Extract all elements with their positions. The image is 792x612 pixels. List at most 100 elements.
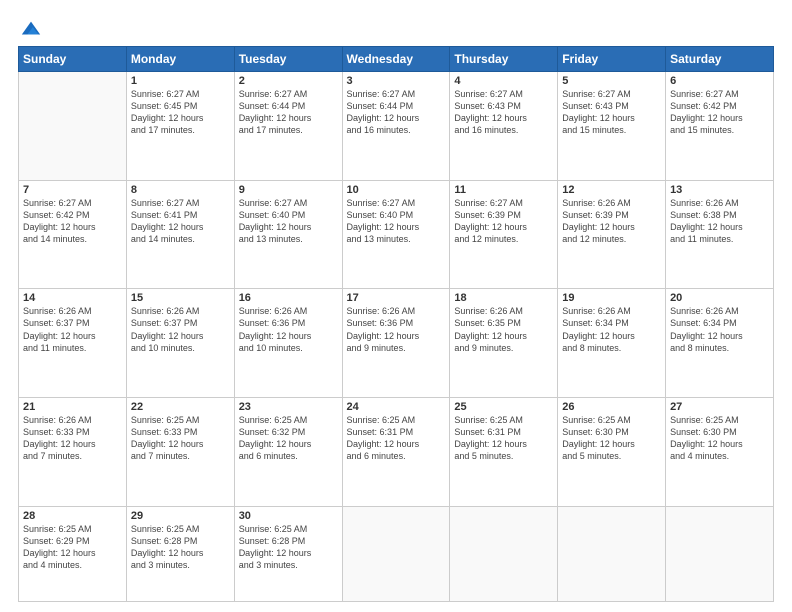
calendar-cell: 6Sunrise: 6:27 AM Sunset: 6:42 PM Daylig… — [666, 72, 774, 181]
calendar-cell: 26Sunrise: 6:25 AM Sunset: 6:30 PM Dayli… — [558, 397, 666, 506]
day-number: 3 — [347, 75, 446, 87]
calendar-header-saturday: Saturday — [666, 47, 774, 72]
day-number: 25 — [454, 401, 553, 413]
day-info: Sunrise: 6:27 AM Sunset: 6:40 PM Dayligh… — [347, 197, 446, 246]
day-number: 17 — [347, 292, 446, 304]
calendar-week-2: 7Sunrise: 6:27 AM Sunset: 6:42 PM Daylig… — [19, 180, 774, 289]
calendar-week-1: 1Sunrise: 6:27 AM Sunset: 6:45 PM Daylig… — [19, 72, 774, 181]
calendar-week-3: 14Sunrise: 6:26 AM Sunset: 6:37 PM Dayli… — [19, 289, 774, 398]
day-info: Sunrise: 6:25 AM Sunset: 6:33 PM Dayligh… — [131, 414, 230, 463]
day-number: 2 — [239, 75, 338, 87]
day-number: 10 — [347, 184, 446, 196]
day-info: Sunrise: 6:26 AM Sunset: 6:36 PM Dayligh… — [347, 305, 446, 354]
day-info: Sunrise: 6:25 AM Sunset: 6:29 PM Dayligh… — [23, 523, 122, 572]
day-info: Sunrise: 6:27 AM Sunset: 6:41 PM Dayligh… — [131, 197, 230, 246]
day-number: 18 — [454, 292, 553, 304]
calendar-header-wednesday: Wednesday — [342, 47, 450, 72]
day-number: 30 — [239, 510, 338, 522]
day-number: 6 — [670, 75, 769, 87]
day-info: Sunrise: 6:25 AM Sunset: 6:30 PM Dayligh… — [670, 414, 769, 463]
calendar-cell: 5Sunrise: 6:27 AM Sunset: 6:43 PM Daylig… — [558, 72, 666, 181]
calendar-cell: 2Sunrise: 6:27 AM Sunset: 6:44 PM Daylig… — [234, 72, 342, 181]
calendar-cell: 17Sunrise: 6:26 AM Sunset: 6:36 PM Dayli… — [342, 289, 450, 398]
calendar-cell: 15Sunrise: 6:26 AM Sunset: 6:37 PM Dayli… — [126, 289, 234, 398]
day-number: 11 — [454, 184, 553, 196]
day-info: Sunrise: 6:26 AM Sunset: 6:38 PM Dayligh… — [670, 197, 769, 246]
day-number: 29 — [131, 510, 230, 522]
calendar-cell: 27Sunrise: 6:25 AM Sunset: 6:30 PM Dayli… — [666, 397, 774, 506]
day-number: 26 — [562, 401, 661, 413]
calendar-cell: 22Sunrise: 6:25 AM Sunset: 6:33 PM Dayli… — [126, 397, 234, 506]
day-number: 9 — [239, 184, 338, 196]
calendar-week-5: 28Sunrise: 6:25 AM Sunset: 6:29 PM Dayli… — [19, 506, 774, 601]
day-number: 19 — [562, 292, 661, 304]
day-info: Sunrise: 6:26 AM Sunset: 6:34 PM Dayligh… — [562, 305, 661, 354]
day-number: 22 — [131, 401, 230, 413]
day-number: 20 — [670, 292, 769, 304]
day-number: 23 — [239, 401, 338, 413]
page: SundayMondayTuesdayWednesdayThursdayFrid… — [0, 0, 792, 612]
calendar-cell: 29Sunrise: 6:25 AM Sunset: 6:28 PM Dayli… — [126, 506, 234, 601]
calendar-cell: 25Sunrise: 6:25 AM Sunset: 6:31 PM Dayli… — [450, 397, 558, 506]
calendar-table: SundayMondayTuesdayWednesdayThursdayFrid… — [18, 46, 774, 602]
calendar-cell: 16Sunrise: 6:26 AM Sunset: 6:36 PM Dayli… — [234, 289, 342, 398]
day-info: Sunrise: 6:27 AM Sunset: 6:44 PM Dayligh… — [347, 88, 446, 137]
day-number: 8 — [131, 184, 230, 196]
calendar-cell — [19, 72, 127, 181]
calendar-cell: 1Sunrise: 6:27 AM Sunset: 6:45 PM Daylig… — [126, 72, 234, 181]
calendar-header-row: SundayMondayTuesdayWednesdayThursdayFrid… — [19, 47, 774, 72]
day-info: Sunrise: 6:27 AM Sunset: 6:44 PM Dayligh… — [239, 88, 338, 137]
day-info: Sunrise: 6:27 AM Sunset: 6:43 PM Dayligh… — [454, 88, 553, 137]
calendar-cell: 20Sunrise: 6:26 AM Sunset: 6:34 PM Dayli… — [666, 289, 774, 398]
calendar-cell: 24Sunrise: 6:25 AM Sunset: 6:31 PM Dayli… — [342, 397, 450, 506]
day-number: 14 — [23, 292, 122, 304]
day-info: Sunrise: 6:25 AM Sunset: 6:30 PM Dayligh… — [562, 414, 661, 463]
calendar-header-friday: Friday — [558, 47, 666, 72]
calendar-cell: 10Sunrise: 6:27 AM Sunset: 6:40 PM Dayli… — [342, 180, 450, 289]
calendar-cell: 4Sunrise: 6:27 AM Sunset: 6:43 PM Daylig… — [450, 72, 558, 181]
calendar-cell — [450, 506, 558, 601]
day-info: Sunrise: 6:27 AM Sunset: 6:45 PM Dayligh… — [131, 88, 230, 137]
day-info: Sunrise: 6:25 AM Sunset: 6:32 PM Dayligh… — [239, 414, 338, 463]
day-info: Sunrise: 6:26 AM Sunset: 6:37 PM Dayligh… — [23, 305, 122, 354]
calendar-cell: 14Sunrise: 6:26 AM Sunset: 6:37 PM Dayli… — [19, 289, 127, 398]
calendar-week-4: 21Sunrise: 6:26 AM Sunset: 6:33 PM Dayli… — [19, 397, 774, 506]
day-info: Sunrise: 6:26 AM Sunset: 6:35 PM Dayligh… — [454, 305, 553, 354]
calendar-cell: 19Sunrise: 6:26 AM Sunset: 6:34 PM Dayli… — [558, 289, 666, 398]
day-number: 16 — [239, 292, 338, 304]
calendar-header-tuesday: Tuesday — [234, 47, 342, 72]
day-number: 27 — [670, 401, 769, 413]
day-info: Sunrise: 6:26 AM Sunset: 6:34 PM Dayligh… — [670, 305, 769, 354]
calendar-cell — [666, 506, 774, 601]
calendar-cell: 8Sunrise: 6:27 AM Sunset: 6:41 PM Daylig… — [126, 180, 234, 289]
calendar-cell: 3Sunrise: 6:27 AM Sunset: 6:44 PM Daylig… — [342, 72, 450, 181]
calendar-cell: 28Sunrise: 6:25 AM Sunset: 6:29 PM Dayli… — [19, 506, 127, 601]
day-number: 12 — [562, 184, 661, 196]
calendar-cell: 23Sunrise: 6:25 AM Sunset: 6:32 PM Dayli… — [234, 397, 342, 506]
day-info: Sunrise: 6:27 AM Sunset: 6:40 PM Dayligh… — [239, 197, 338, 246]
calendar-header-monday: Monday — [126, 47, 234, 72]
day-info: Sunrise: 6:25 AM Sunset: 6:31 PM Dayligh… — [454, 414, 553, 463]
day-info: Sunrise: 6:27 AM Sunset: 6:42 PM Dayligh… — [670, 88, 769, 137]
calendar-cell — [558, 506, 666, 601]
calendar-header-sunday: Sunday — [19, 47, 127, 72]
calendar-cell: 12Sunrise: 6:26 AM Sunset: 6:39 PM Dayli… — [558, 180, 666, 289]
day-info: Sunrise: 6:25 AM Sunset: 6:28 PM Dayligh… — [131, 523, 230, 572]
day-number: 13 — [670, 184, 769, 196]
day-info: Sunrise: 6:26 AM Sunset: 6:39 PM Dayligh… — [562, 197, 661, 246]
day-number: 15 — [131, 292, 230, 304]
day-info: Sunrise: 6:26 AM Sunset: 6:36 PM Dayligh… — [239, 305, 338, 354]
day-info: Sunrise: 6:25 AM Sunset: 6:28 PM Dayligh… — [239, 523, 338, 572]
day-number: 4 — [454, 75, 553, 87]
day-number: 7 — [23, 184, 122, 196]
calendar-cell: 21Sunrise: 6:26 AM Sunset: 6:33 PM Dayli… — [19, 397, 127, 506]
calendar-cell: 11Sunrise: 6:27 AM Sunset: 6:39 PM Dayli… — [450, 180, 558, 289]
day-number: 28 — [23, 510, 122, 522]
header — [18, 18, 774, 36]
day-number: 21 — [23, 401, 122, 413]
day-info: Sunrise: 6:26 AM Sunset: 6:37 PM Dayligh… — [131, 305, 230, 354]
day-info: Sunrise: 6:26 AM Sunset: 6:33 PM Dayligh… — [23, 414, 122, 463]
day-info: Sunrise: 6:27 AM Sunset: 6:39 PM Dayligh… — [454, 197, 553, 246]
day-info: Sunrise: 6:27 AM Sunset: 6:43 PM Dayligh… — [562, 88, 661, 137]
calendar-cell: 13Sunrise: 6:26 AM Sunset: 6:38 PM Dayli… — [666, 180, 774, 289]
